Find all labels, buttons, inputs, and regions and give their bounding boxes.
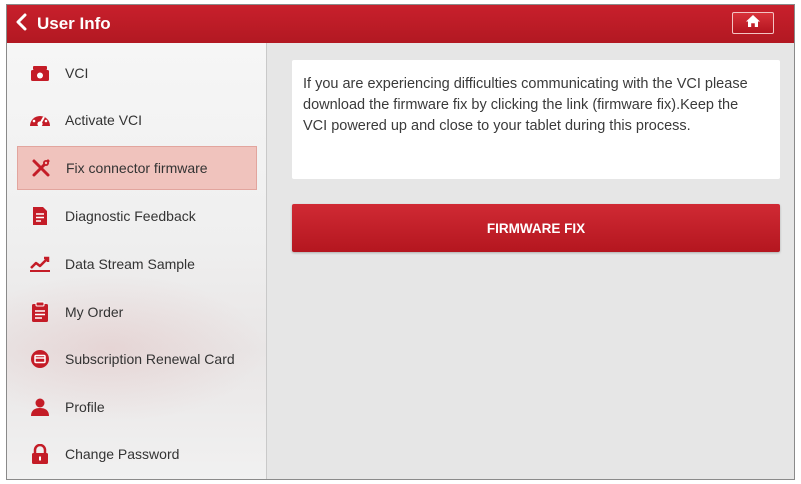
person-icon <box>29 396 51 418</box>
sidebar-item-subscription-renewal-card[interactable]: Subscription Renewal Card <box>17 337 257 381</box>
sidebar-item-label: Diagnostic Feedback <box>65 208 196 224</box>
vci-icon <box>29 62 51 84</box>
sidebar-item-fix-connector-firmware[interactable]: Fix connector firmware <box>17 146 257 190</box>
chevron-left-icon <box>15 13 29 36</box>
chart-icon <box>29 253 51 275</box>
firmware-fix-button[interactable]: FIRMWARE FIX <box>292 204 780 252</box>
sidebar-item-profile[interactable]: Profile <box>17 385 257 429</box>
info-panel: If you are experiencing difficulties com… <box>292 60 780 179</box>
sidebar-item-label: VCI <box>65 65 89 81</box>
sidebar-item-label: Subscription Renewal Card <box>65 351 235 367</box>
sidebar-item-label: Activate VCI <box>65 112 143 128</box>
card-icon <box>29 348 51 370</box>
sidebar-item-activate-vci[interactable]: Activate VCI <box>17 98 257 142</box>
page-title: User Info <box>37 14 111 33</box>
info-text: If you are experiencing difficulties com… <box>303 76 748 134</box>
feedback-icon <box>29 205 51 227</box>
sidebar-item-label: Fix connector firmware <box>66 160 208 176</box>
sidebar: VCI Activate VCI Fix connector firmware … <box>7 43 267 479</box>
sidebar-item-label: Data Stream Sample <box>65 256 195 272</box>
sidebar-item-my-order[interactable]: My Order <box>17 290 257 334</box>
sidebar-item-change-password[interactable]: Change Password <box>17 432 257 476</box>
sidebar-item-label: Profile <box>65 399 105 415</box>
app-window: User Info VCI Activate VCI Fix connector… <box>6 4 795 480</box>
lock-icon <box>29 443 51 465</box>
sidebar-item-data-stream-sample[interactable]: Data Stream Sample <box>17 242 257 286</box>
home-button[interactable] <box>732 12 774 34</box>
home-icon <box>745 14 761 33</box>
order-icon <box>29 301 51 323</box>
header-bar: User Info <box>7 5 794 43</box>
activate-icon <box>29 109 51 131</box>
sidebar-item-diagnostic-feedback[interactable]: Diagnostic Feedback <box>17 194 257 238</box>
back-button[interactable] <box>7 5 37 43</box>
sidebar-item-label: My Order <box>65 304 124 320</box>
sidebar-item-label: Change Password <box>65 446 180 462</box>
tools-icon <box>30 157 52 179</box>
sidebar-item-vci[interactable]: VCI <box>17 51 257 95</box>
